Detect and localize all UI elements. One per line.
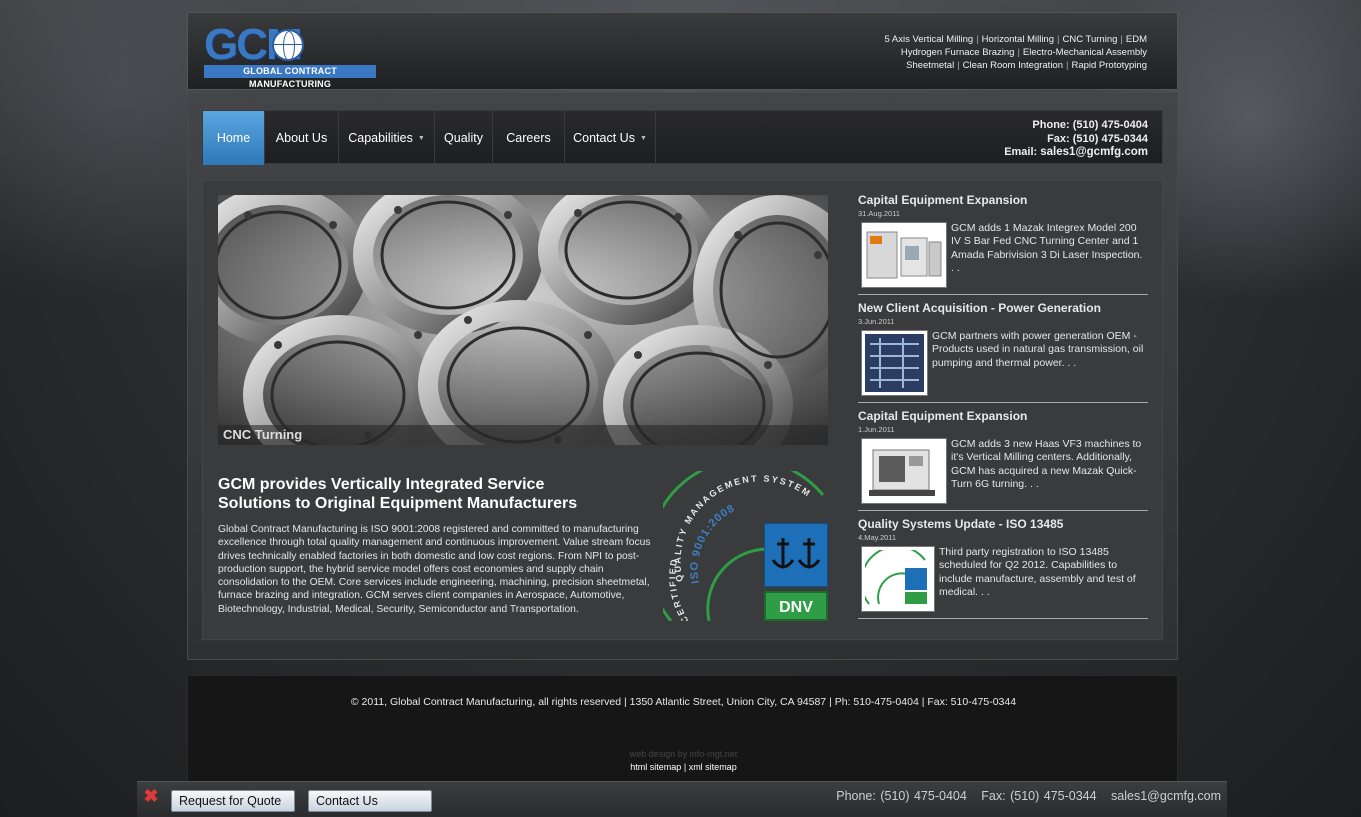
service-link[interactable]: 5 Axis Vertical Milling [885,34,974,45]
service-link[interactable]: Electro-Mechanical Assembly [1023,47,1147,58]
news-excerpt: Third party registration to ISO 13485 sc… [939,546,1136,598]
web-design-credit[interactable]: web design by info-mgt.net [188,749,1179,759]
news-date: 1.Jun.2011 [858,425,895,434]
header-contact-info: Phone: (510) 475-0404 Fax: (510) 475-034… [1004,119,1148,158]
dnv-certification-seal: QUALITY MANAGEMENT SYSTEM ISO 9001:2008 … [646,457,833,625]
bar-phone: Phone: (510) 475-0404 [836,789,967,803]
machined-parts-image [218,195,828,445]
news-item: Quality Systems Update - ISO 13485 4.May… [858,517,1148,619]
site-footer: © 2011, Global Contract Manufacturing, a… [187,675,1178,785]
copyright-text: © 2011, Global Contract Manufacturing, a… [350,696,1017,708]
news-excerpt: GCM adds 1 Mazak Integrex Model 200 IV S… [951,222,1143,274]
content-area: CNC Turning GCM provides Vertically Inte… [202,180,1163,640]
email-link[interactable]: sales1@gcmfg.com [1040,146,1148,158]
chevron-down-icon: ▼ [639,135,647,142]
news-date: 4.May.2011 [858,533,897,542]
nav-careers[interactable]: Careers [493,111,565,165]
bar-fax: Fax: (510) 475-0344 [981,789,1097,803]
news-excerpt: GCM partners with power generation OEM -… [932,330,1144,369]
news-list: Capital Equipment Expansion 31.Aug.2011 … [858,193,1148,625]
news-item: Capital Equipment Expansion 31.Aug.2011 … [858,193,1148,295]
services-list: 5 Axis Vertical Milling | Horizontal Milli… [727,33,1148,72]
nav-quality[interactable]: Quality [435,111,493,165]
nav-home[interactable]: Home [203,111,265,165]
service-link[interactable]: Rapid Prototyping [1071,60,1147,71]
contact-us-button[interactable]: Contact Us [308,790,432,812]
news-thumbnail[interactable] [861,330,928,396]
news-title-link[interactable]: New Client Acquisition - Power Generatio… [858,301,1148,316]
news-thumbnail[interactable] [861,222,947,288]
phone-number: (510) 475-0404 [1072,119,1148,131]
intro-title: GCM provides Vertically Integrated Servi… [218,476,578,512]
service-link[interactable]: EDM [1126,34,1147,45]
close-icon[interactable]: ✖ [143,786,159,806]
news-title-link[interactable]: Quality Systems Update - ISO 13485 [858,517,1148,532]
dnv-anchor-icon [764,523,828,587]
chevron-down-icon: ▼ [417,135,425,142]
service-link[interactable]: Clean Room Integration [963,60,1063,71]
news-excerpt: GCM adds 3 new Haas VF3 machines to it's… [951,438,1142,490]
service-link[interactable]: Hydrogen Furnace Brazing [901,47,1015,58]
gcm-logo[interactable]: GCM GLOBAL CONTRACT MANUFACTURING [204,23,376,89]
bar-contact-info: Phone: (510) 475-0404 Fax: (510) 475-034… [826,789,1221,803]
xml-sitemap-link[interactable]: xml sitemap [689,762,737,772]
bar-email[interactable]: sales1@gcmfg.com [1111,789,1221,803]
news-title-link[interactable]: Capital Equipment Expansion [858,193,1148,208]
nav-about-us[interactable]: About Us [265,111,339,165]
dnv-badge: DNV [764,591,828,621]
logo-subtitle: GLOBAL CONTRACT MANUFACTURING [204,65,376,89]
main-panel: Home About Us Capabilities ▼ Quality Care… [187,92,1178,660]
service-link[interactable]: Sheetmetal [906,60,954,71]
services-line-1: 5 Axis Vertical Milling | Horizontal Milli… [884,34,1148,45]
hero-slideshow[interactable]: CNC Turning [218,195,828,445]
nav-capabilities[interactable]: Capabilities ▼ [339,111,435,165]
services-line-3: Sheetmetal | Clean Room Integration | Rapid … [906,60,1147,71]
service-link[interactable]: Horizontal Milling [982,34,1054,45]
news-date: 31.Aug.2011 [858,209,900,218]
sitemap-links: html sitemap | xml sitemap [630,762,737,772]
site-header: GCM GLOBAL CONTRACT MANUFACTURING 5 Axis… [187,12,1178,90]
fax-number: (510) 475-0344 [1072,132,1148,145]
news-date: 3.Jun.2011 [858,317,895,326]
request-for-quote-button[interactable]: Request for Quote [171,790,295,812]
sticky-bottom-bar: ✖ Request for Quote Contact Us Phone: (5… [137,781,1227,817]
news-title-link[interactable]: Capital Equipment Expansion [858,409,1148,424]
services-line-2: Hydrogen Furnace Brazing | Electro-Mechani… [900,47,1147,58]
news-thumbnail[interactable] [861,438,947,504]
news-item: Capital Equipment Expansion 1.Jun.2011 G… [858,409,1148,511]
html-sitemap-link[interactable]: html sitemap [630,762,681,772]
nav-contact-us[interactable]: Contact Us ▼ [565,111,656,165]
hero-caption: CNC Turning [218,425,828,445]
globe-icon [272,29,304,61]
service-link[interactable]: CNC Turning [1062,34,1117,45]
intro-body: Global Contract Manufacturing is ISO 900… [218,524,651,615]
news-thumbnail[interactable] [860,545,935,612]
main-nav: Home About Us Capabilities ▼ Quality Care… [202,110,1163,165]
news-item: New Client Acquisition - Power Generatio… [858,301,1148,403]
